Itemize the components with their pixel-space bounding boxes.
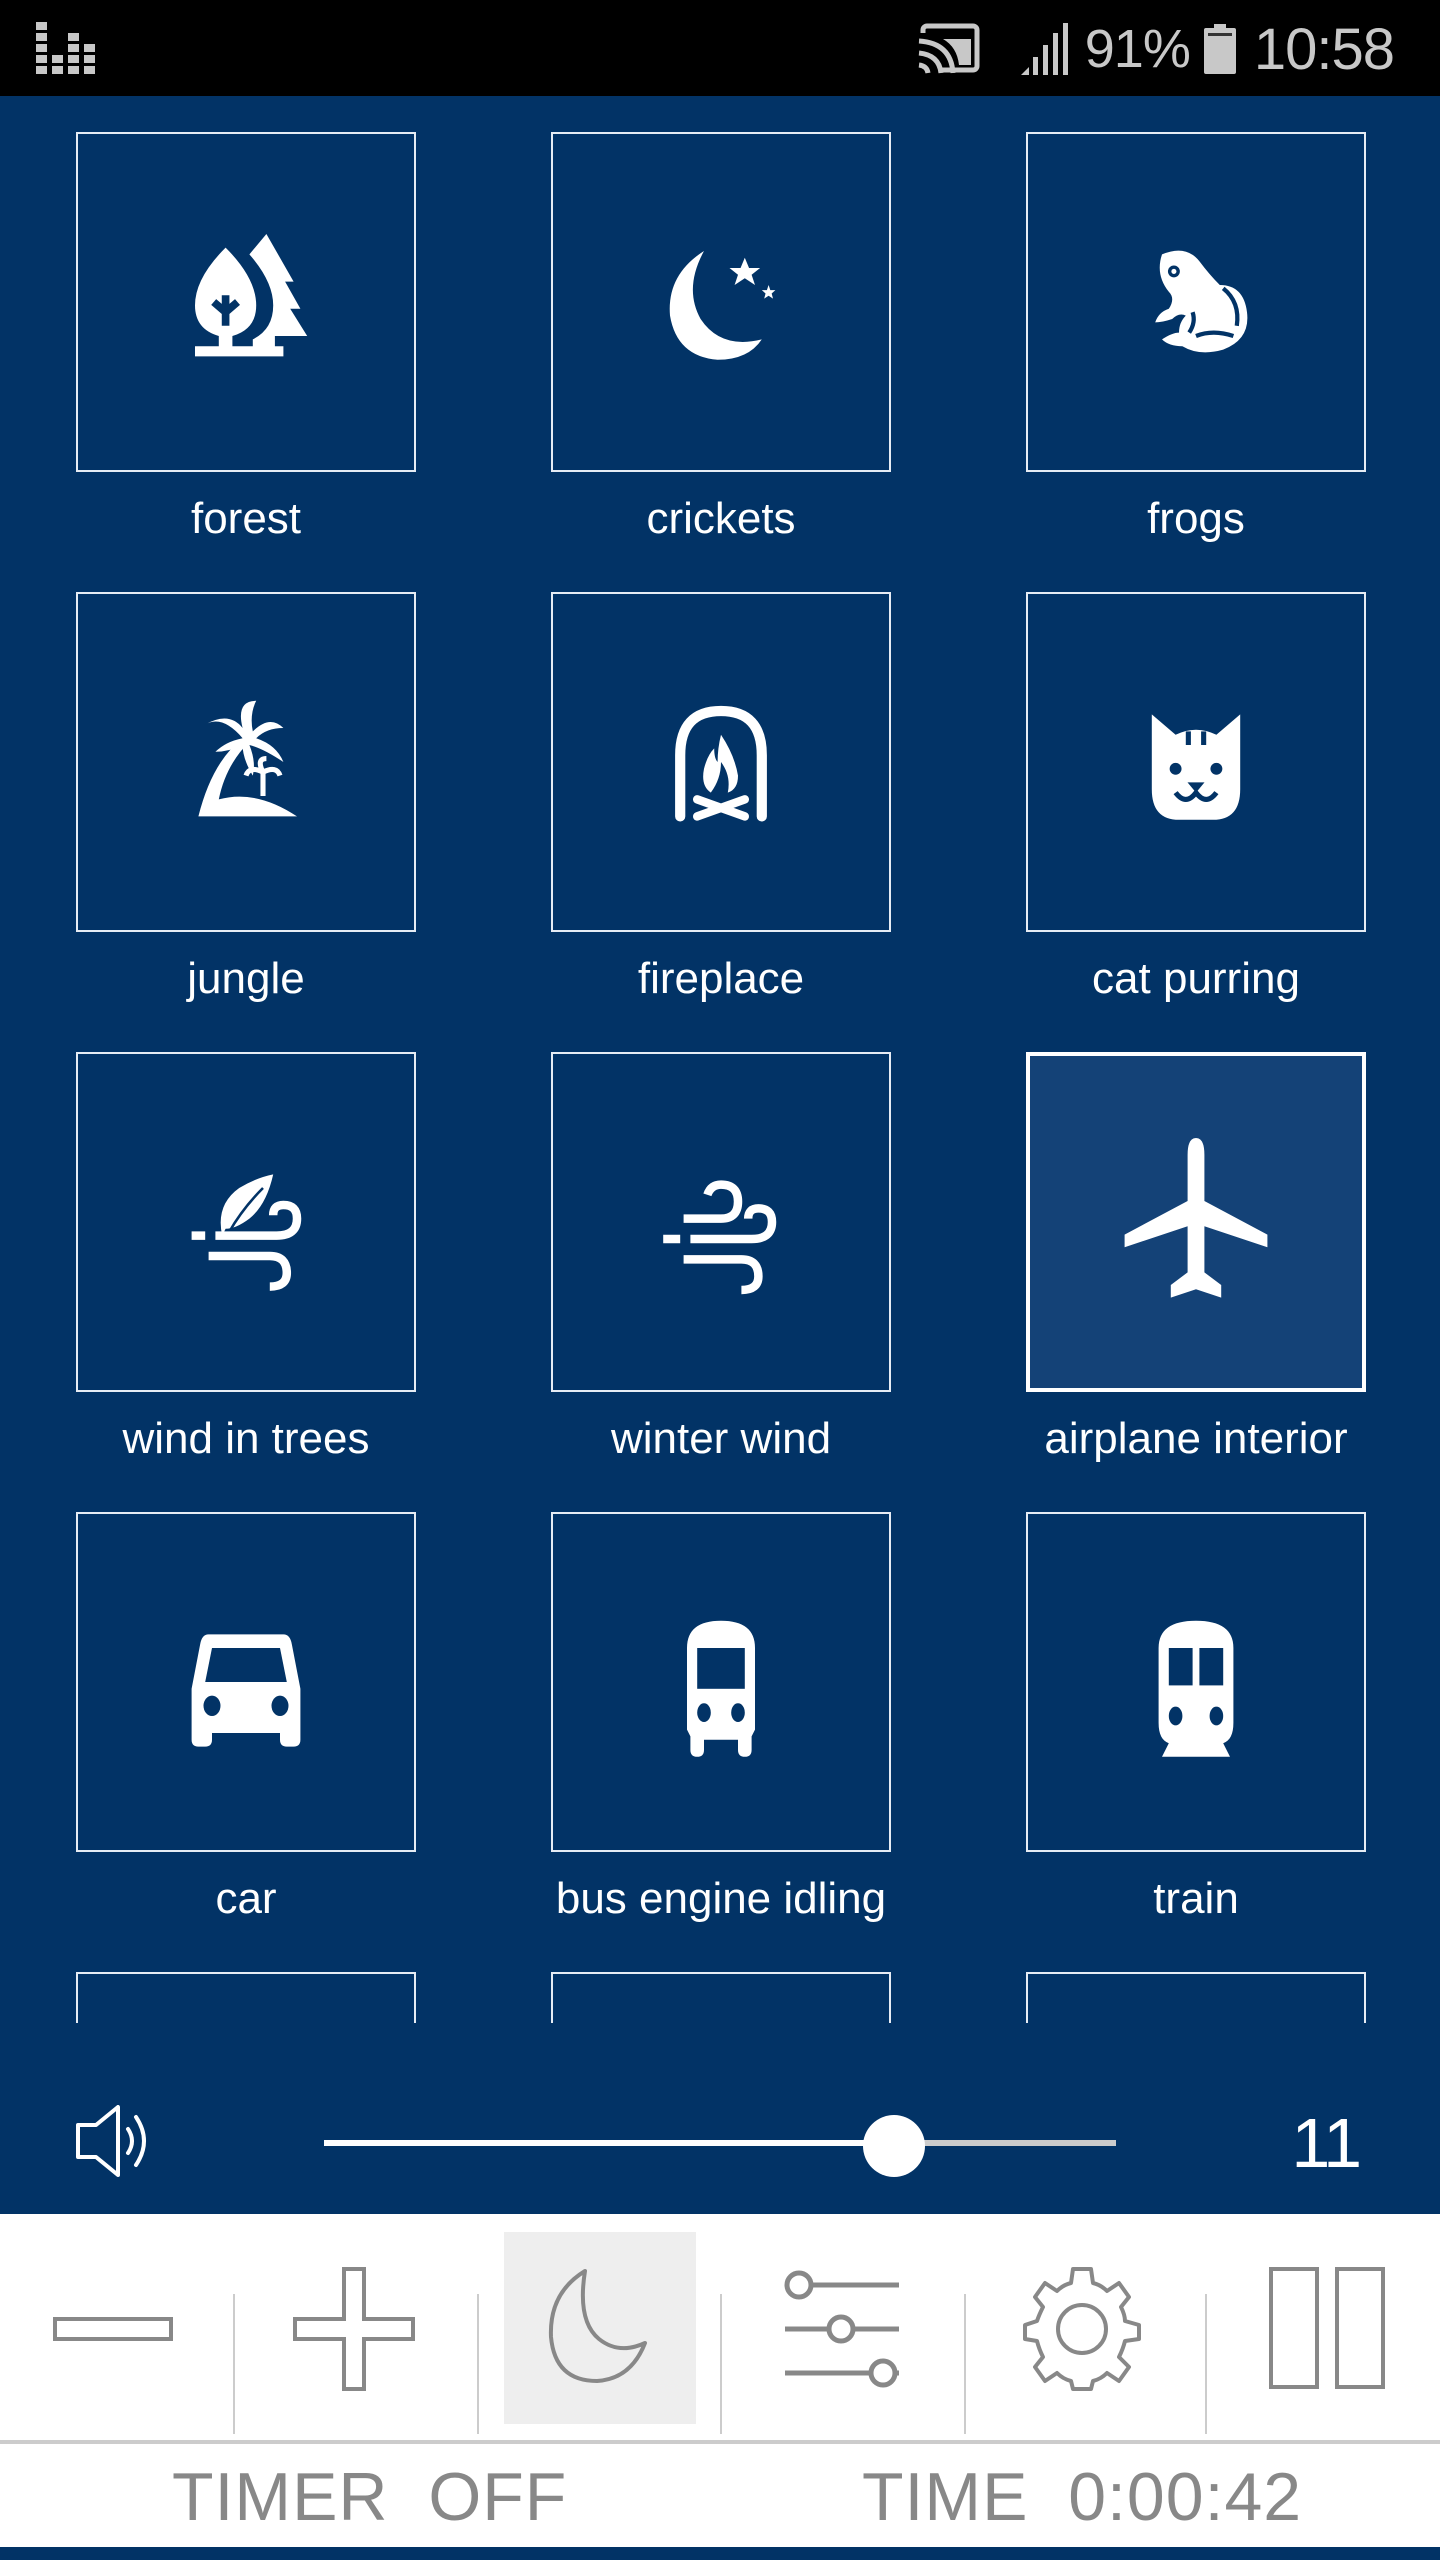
slider-thumb[interactable] — [863, 2115, 926, 2177]
toolbar-separator — [720, 2294, 722, 2434]
sound-tile[interactable] — [1026, 132, 1366, 472]
sound-label: fireplace — [637, 954, 805, 1003]
cast-icon — [916, 23, 980, 75]
clock: 10:58 — [1253, 16, 1395, 82]
mixer-button[interactable] — [746, 2232, 938, 2424]
sound-tile[interactable] — [76, 592, 416, 932]
settings-button[interactable] — [986, 2232, 1178, 2424]
sound-tile[interactable] — [76, 1972, 416, 2023]
sound-tile[interactable] — [76, 1052, 416, 1392]
sound-tile[interactable] — [76, 1512, 416, 1852]
sound-tile[interactable] — [551, 132, 891, 472]
battery-icon — [1203, 24, 1236, 74]
gear-icon — [1023, 2267, 1141, 2391]
moon-icon — [548, 2269, 647, 2383]
sound-tile[interactable] — [1026, 1512, 1366, 1852]
sound-tile[interactable] — [551, 1972, 891, 2023]
app-screen: 91% 10:58 forest crickets frogs jungle f… — [0, 0, 1440, 2560]
timer-status: TIMER OFF — [172, 2459, 568, 2535]
minus-icon — [53, 2317, 173, 2341]
sound-label: car — [215, 1874, 277, 1923]
fireplace-icon — [675, 705, 767, 822]
sound-tile[interactable] — [76, 132, 416, 472]
equalizer-icon — [36, 22, 95, 74]
wind-icon — [663, 1180, 777, 1295]
airplane-icon — [1124, 1138, 1268, 1298]
timer-bar: TIMER OFF TIME 0:00:42 — [0, 2444, 1440, 2547]
signal-icon — [1020, 23, 1068, 75]
wind-leaf-icon — [191, 1174, 302, 1291]
moon-stars-icon — [669, 251, 776, 360]
elapsed-time: TIME 0:00:42 — [862, 2459, 1303, 2535]
toolbar-separator — [233, 2294, 235, 2434]
plus-icon — [293, 2267, 415, 2391]
pause-button[interactable] — [1232, 2232, 1424, 2424]
sound-label: bus engine idling — [555, 1874, 887, 1923]
volume-value: 11 — [1291, 2104, 1362, 2182]
sound-tile-selected[interactable] — [1026, 1052, 1366, 1392]
battery-percent: 91% — [1084, 19, 1191, 79]
sound-label: jungle — [187, 954, 305, 1003]
sound-tile[interactable] — [1026, 1972, 1366, 2023]
toolbar-separator — [477, 2294, 479, 2434]
sound-label: winter wind — [610, 1414, 832, 1463]
increase-button[interactable] — [258, 2232, 450, 2424]
train-icon — [1158, 1620, 1234, 1757]
slider-fill — [324, 2140, 895, 2146]
forest-icon — [195, 234, 308, 357]
sound-grid[interactable]: forest crickets frogs jungle fireplace c… — [0, 96, 1440, 2023]
toolbar-separator — [1205, 2294, 1207, 2434]
bus-icon — [687, 1620, 755, 1757]
frog-icon — [1155, 250, 1248, 353]
sound-label: airplane interior — [1044, 1414, 1348, 1463]
sound-tile[interactable] — [551, 592, 891, 932]
sound-label: crickets — [646, 494, 796, 543]
palm-island-icon — [198, 700, 297, 817]
volume-slider[interactable] — [324, 2115, 1116, 2177]
sound-label: frogs — [1147, 494, 1245, 543]
sound-tile[interactable] — [1026, 592, 1366, 932]
volume-row: 11 — [0, 2023, 1440, 2214]
sound-label: wind in trees — [122, 1414, 370, 1463]
car-icon — [191, 1634, 301, 1747]
sound-tile[interactable] — [551, 1052, 891, 1392]
sliders-icon — [784, 2270, 899, 2388]
bottom-strip — [0, 2547, 1440, 2560]
decrease-button[interactable] — [16, 2232, 208, 2424]
pause-icon — [1269, 2267, 1385, 2389]
sleep-timer-button[interactable] — [504, 2232, 696, 2424]
bottom-toolbar — [0, 2214, 1440, 2440]
cat-icon — [1151, 714, 1241, 820]
sound-tile[interactable] — [551, 1512, 891, 1852]
sound-label: cat purring — [1092, 954, 1300, 1003]
speaker-icon[interactable] — [74, 2105, 166, 2177]
sound-label: forest — [190, 494, 302, 543]
sound-label: train — [1153, 1874, 1239, 1923]
status-bar: 91% 10:58 — [0, 0, 1440, 96]
toolbar-separator — [964, 2294, 966, 2434]
